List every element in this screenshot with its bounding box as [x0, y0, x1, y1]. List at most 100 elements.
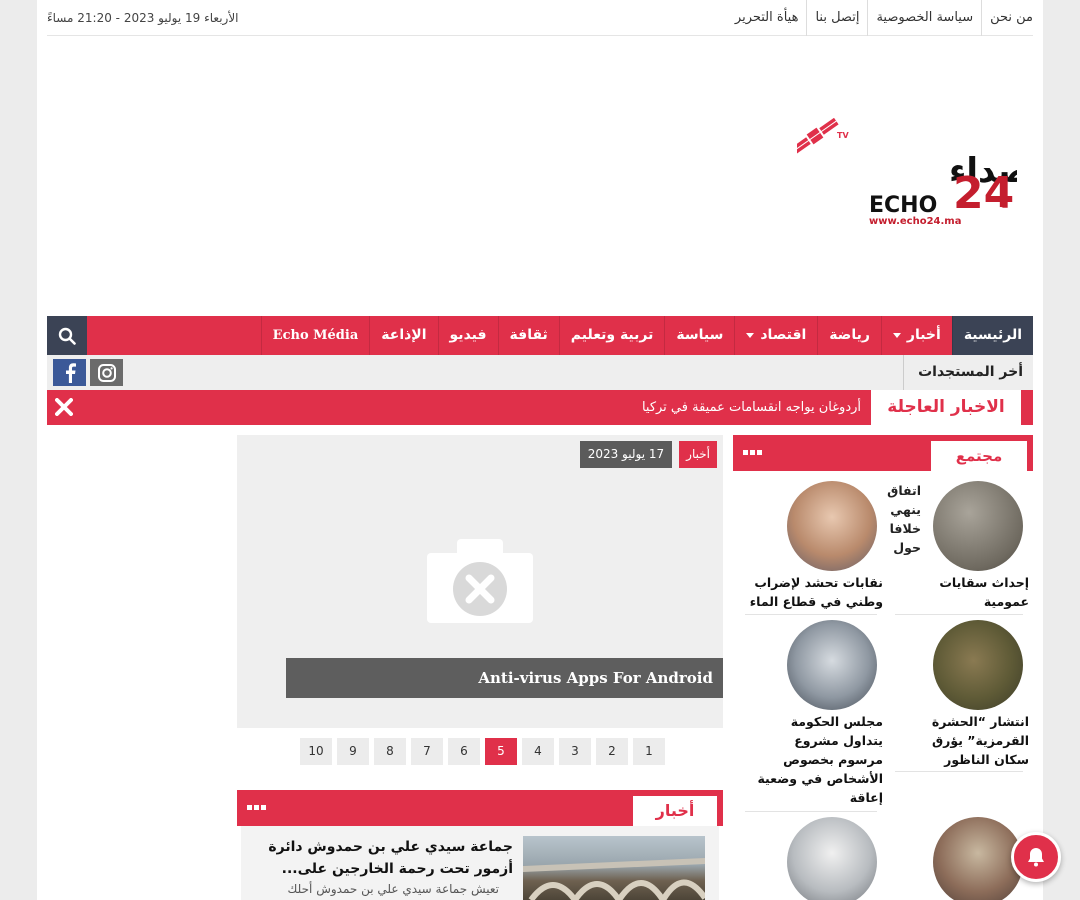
card-thumbnail	[787, 620, 877, 710]
breaking-label: الاخبار العاجلة	[871, 390, 1025, 425]
nav-item-politics[interactable]: سياسة	[664, 316, 734, 355]
page-button[interactable]: 8	[374, 738, 406, 765]
card-caption[interactable]: اتفاق ينهي خلافا حول	[877, 481, 921, 557]
slide-meta: أخبار 17 يوليو 2023	[579, 441, 717, 468]
nav-item-label: فيديو	[449, 327, 487, 343]
card-title: إحداث سقايات عمومية	[939, 575, 1029, 609]
date-badge: 17 يوليو 2023	[579, 441, 673, 468]
card-title: نقابات تحشد لإضراب وطني في قطاع الماء	[749, 575, 883, 609]
nav-item-label: رياضة	[829, 327, 870, 343]
nav-item-economy[interactable]: اقتصاد	[734, 316, 817, 355]
current-date: الأربعاء 19 يوليو 2023 - 21:20 مساءً	[47, 10, 239, 25]
breaking-headline[interactable]: أردوغان يواجه انقسامات عميقة في تركيا	[642, 390, 861, 425]
sidebar-card[interactable]: نقابات تحشد لإضراب وطني في قطاع الماء	[747, 481, 883, 611]
sidebar-card[interactable]	[893, 817, 1029, 900]
logo-suffix: .ma	[985, 205, 1004, 215]
logo-latin: ECHO	[869, 193, 937, 218]
top-bar: من نحن سياسة الخصوصية إتصل بنا هيأة التح…	[47, 0, 1033, 36]
nav-item-news[interactable]: أخبار	[880, 316, 952, 355]
news-section-body: جماعة سيدي علي بن حمدوش دائرة أزمور تحت …	[241, 826, 719, 900]
nav-item-echo-media[interactable]: Echo Média	[260, 316, 370, 355]
nav-item-label: الرئيسية	[963, 327, 1022, 343]
divider	[895, 614, 1023, 615]
search-icon	[58, 327, 76, 345]
divider	[895, 771, 1023, 772]
instagram-icon	[97, 363, 116, 382]
nav-item-label: تربية وتعليم	[570, 327, 654, 343]
sidebar-card[interactable]: انتشار “الحشرة القرمزية” يؤرق سكان الناظ…	[893, 620, 1029, 769]
divider	[745, 614, 877, 615]
top-links: من نحن سياسة الخصوصية إتصل بنا هيأة التح…	[727, 0, 1033, 36]
divider	[745, 811, 877, 812]
page-button[interactable]: 6	[448, 738, 480, 765]
sidebar-title[interactable]: مجتمع	[931, 441, 1027, 471]
nav-item-label: الإذاعة	[381, 327, 427, 343]
nav-item-label: ثقافة	[509, 327, 548, 343]
nav-item-label: سياسة	[676, 327, 724, 343]
latest-label: أخر المستجدات	[903, 355, 1023, 390]
page: من نحن سياسة الخصوصية إتصل بنا هيأة التح…	[37, 0, 1043, 900]
article-thumbnail[interactable]	[523, 836, 705, 900]
more-dots-icon[interactable]	[247, 805, 266, 810]
page-button[interactable]: 4	[522, 738, 554, 765]
card-thumbnail	[787, 481, 877, 571]
nav-item-label: أخبار	[906, 327, 941, 343]
card-title: مجلس الحكومة يتداول مشروع مرسوم بخصوص ال…	[757, 714, 883, 805]
chevron-down-icon	[892, 333, 901, 338]
page-button[interactable]: 2	[596, 738, 628, 765]
article-excerpt: تعيش جماعة سيدي علي بن حمدوش أحلك	[287, 882, 499, 896]
sidebar-header: مجتمع	[733, 435, 1033, 471]
top-link-editorial[interactable]: هيأة التحرير	[727, 0, 807, 36]
page-button[interactable]: 7	[411, 738, 443, 765]
slide-title[interactable]: Anti-virus Apps For Android	[286, 658, 723, 698]
featured-slider[interactable]: أخبار 17 يوليو 2023 Anti-virus Apps For …	[237, 435, 723, 728]
top-link-contact[interactable]: إتصل بنا	[806, 0, 867, 36]
close-icon[interactable]	[55, 398, 73, 416]
page-button-current[interactable]: 5	[485, 738, 517, 765]
nav-item-video[interactable]: فيديو	[437, 316, 498, 355]
news-section-title[interactable]: أخبار	[633, 796, 717, 826]
sidebar-body: إحداث سقايات عمومية اتفاق ينهي خلافا حول…	[737, 471, 1029, 900]
card-thumbnail	[933, 481, 1023, 571]
card-thumbnail	[787, 817, 877, 900]
more-dots-icon[interactable]	[743, 450, 762, 455]
nav-item-culture[interactable]: ثقافة	[497, 316, 559, 355]
page-button[interactable]: 9	[337, 738, 369, 765]
nav-item-sports[interactable]: رياضة	[817, 316, 881, 355]
bell-icon	[1028, 848, 1044, 867]
main-nav: الرئيسية أخبار رياضة اقتصاد سياسة تربية …	[47, 316, 1033, 355]
logo-url: www.echo24.ma	[869, 216, 961, 227]
nav-item-label: Echo Média	[272, 328, 359, 343]
category-badge[interactable]: أخبار	[679, 441, 717, 468]
slider-pagination: 1 2 3 4 5 6 7 8 9 10	[300, 738, 665, 765]
facebook-button[interactable]	[53, 359, 86, 386]
social-links	[53, 359, 123, 386]
breaking-news-bar: الاخبار العاجلة أردوغان يواجه انقسامات ع…	[47, 390, 1033, 425]
nav-item-label: اقتصاد	[760, 327, 807, 343]
article-title[interactable]: جماعة سيدي علي بن حمدوش دائرة أزمور تحت …	[243, 836, 513, 880]
nav-item-education[interactable]: تربية وتعليم	[558, 316, 665, 355]
logo-number: 24	[953, 168, 1014, 219]
top-link-privacy[interactable]: سياسة الخصوصية	[867, 0, 981, 36]
page-button[interactable]: 1	[633, 738, 665, 765]
page-button[interactable]: 10	[300, 738, 332, 765]
sidebar-card[interactable]	[747, 817, 883, 900]
top-link-about[interactable]: من نحن	[981, 0, 1033, 36]
news-section-header: أخبار	[237, 790, 723, 826]
logo-graphic: TV أصداء ECHO 24 .ma www.echo24.ma	[791, 117, 1042, 227]
card-thumbnail	[933, 817, 1023, 900]
nav-item-home[interactable]: الرئيسية	[951, 316, 1033, 355]
logo-tv: TV	[837, 131, 849, 140]
site-logo[interactable]: TV أصداء ECHO 24 .ma www.echo24.ma	[791, 117, 1042, 230]
chevron-down-icon	[746, 333, 755, 338]
search-button[interactable]	[47, 316, 87, 355]
latest-bar: أخر المستجدات	[47, 355, 1033, 390]
card-title: انتشار “الحشرة القرمزية” يؤرق سكان الناظ…	[931, 714, 1029, 767]
instagram-button[interactable]	[90, 359, 123, 386]
notification-bell-button[interactable]	[1011, 832, 1061, 882]
broken-image-camera-icon	[427, 539, 533, 623]
nav-item-radio[interactable]: الإذاعة	[369, 316, 437, 355]
page-button[interactable]: 3	[559, 738, 591, 765]
facebook-icon	[65, 362, 76, 383]
sidebar-card[interactable]: مجلس الحكومة يتداول مشروع مرسوم بخصوص ال…	[747, 620, 883, 807]
